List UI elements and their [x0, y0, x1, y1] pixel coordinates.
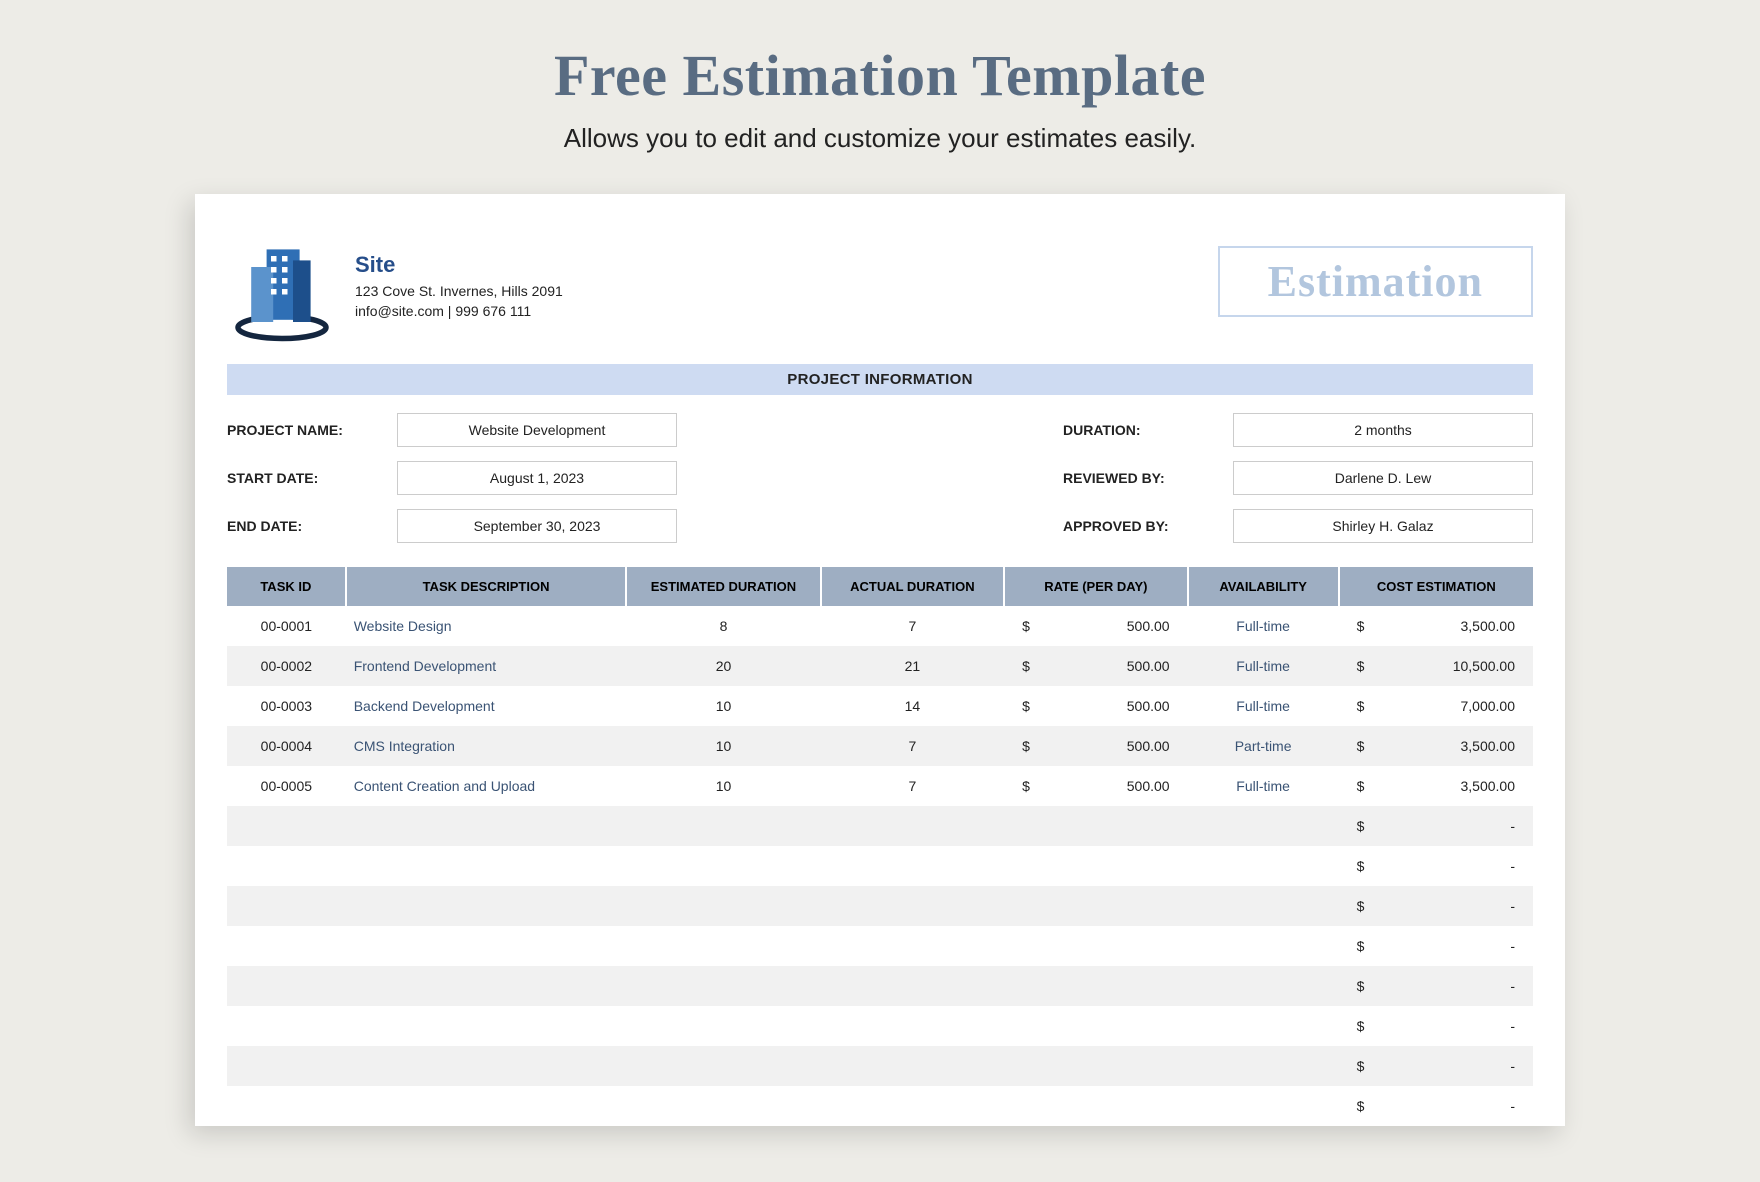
cell-cost-estimation: $-	[1339, 1006, 1533, 1046]
label-start-date: START DATE:	[227, 470, 397, 486]
col-rate: RATE (PER DAY)	[1004, 567, 1187, 606]
value-duration[interactable]: 2 months	[1233, 413, 1533, 447]
cell-cost-estimation: $-	[1339, 926, 1533, 966]
company-logo-icon	[227, 234, 337, 344]
company-address: 123 Cove St. Invernes, Hills 2091	[355, 282, 563, 302]
cell-availability: Full-time	[1188, 766, 1339, 806]
value-approved-by[interactable]: Shirley H. Galaz	[1233, 509, 1533, 543]
page-title: Free Estimation Template	[0, 42, 1760, 109]
cell-availability: Full-time	[1188, 606, 1339, 646]
cell-cost-estimation: $3,500.00	[1339, 606, 1533, 646]
table-row: $-	[227, 966, 1533, 1006]
value-end-date[interactable]: September 30, 2023	[397, 509, 677, 543]
table-row: 00-0005Content Creation and Upload107$50…	[227, 766, 1533, 806]
cell-task-id: 00-0003	[227, 686, 346, 726]
value-reviewed-by[interactable]: Darlene D. Lew	[1233, 461, 1533, 495]
company-name: Site	[355, 252, 563, 278]
cell-task-id: 00-0002	[227, 646, 346, 686]
cell-rate: $500.00	[1004, 766, 1187, 806]
table-row: 00-0004CMS Integration107$500.00Part-tim…	[227, 726, 1533, 766]
table-row: 00-0002Frontend Development2021$500.00Fu…	[227, 646, 1533, 686]
cell-availability: Part-time	[1188, 726, 1339, 766]
cell-task-description: Content Creation and Upload	[346, 766, 627, 806]
value-project-name[interactable]: Website Development	[397, 413, 677, 447]
label-approved-by: APPROVED BY:	[1063, 518, 1233, 534]
cell-task-description: Frontend Development	[346, 646, 627, 686]
cell-cost-estimation: $7,000.00	[1339, 686, 1533, 726]
cell-availability: Full-time	[1188, 646, 1339, 686]
cell-rate: $500.00	[1004, 726, 1187, 766]
cell-task-description: Backend Development	[346, 686, 627, 726]
cell-rate: $500.00	[1004, 686, 1187, 726]
table-row: $-	[227, 846, 1533, 886]
cell-actual-duration: 14	[821, 686, 1004, 726]
label-project-name: PROJECT NAME:	[227, 422, 397, 438]
cell-estimated-duration: 20	[626, 646, 820, 686]
tasks-table: TASK ID TASK DESCRIPTION ESTIMATED DURAT…	[227, 567, 1533, 1126]
value-start-date[interactable]: August 1, 2023	[397, 461, 677, 495]
cell-actual-duration: 7	[821, 766, 1004, 806]
table-row: $-	[227, 886, 1533, 926]
col-task-description: TASK DESCRIPTION	[346, 567, 627, 606]
cell-cost-estimation: $10,500.00	[1339, 646, 1533, 686]
cell-cost-estimation: $3,500.00	[1339, 766, 1533, 806]
cell-cost-estimation: $-	[1339, 806, 1533, 846]
col-availability: AVAILABILITY	[1188, 567, 1339, 606]
cell-task-id: 00-0001	[227, 606, 346, 646]
cell-rate: $500.00	[1004, 606, 1187, 646]
label-duration: DURATION:	[1063, 422, 1233, 438]
col-estimated-duration: ESTIMATED DURATION	[626, 567, 820, 606]
cell-cost-estimation: $-	[1339, 846, 1533, 886]
cell-estimated-duration: 10	[626, 726, 820, 766]
table-row: $-	[227, 1046, 1533, 1086]
estimation-badge: Estimation	[1218, 246, 1533, 317]
cell-cost-estimation: $-	[1339, 1086, 1533, 1126]
project-info-banner: PROJECT INFORMATION	[227, 364, 1533, 395]
cell-actual-duration: 7	[821, 606, 1004, 646]
cell-rate: $500.00	[1004, 646, 1187, 686]
cell-task-id: 00-0005	[227, 766, 346, 806]
document-card: Site 123 Cove St. Invernes, Hills 2091 i…	[195, 194, 1565, 1126]
cell-cost-estimation: $3,500.00	[1339, 726, 1533, 766]
cell-estimated-duration: 10	[626, 686, 820, 726]
col-task-id: TASK ID	[227, 567, 346, 606]
cell-actual-duration: 7	[821, 726, 1004, 766]
cell-cost-estimation: $-	[1339, 886, 1533, 926]
cell-actual-duration: 21	[821, 646, 1004, 686]
col-actual-duration: ACTUAL DURATION	[821, 567, 1004, 606]
cell-task-id: 00-0004	[227, 726, 346, 766]
table-row: $-	[227, 1006, 1533, 1046]
page-subtitle: Allows you to edit and customize your es…	[0, 123, 1760, 154]
table-row: $-	[227, 926, 1533, 966]
cell-availability: Full-time	[1188, 686, 1339, 726]
table-row: 00-0001Website Design87$500.00Full-time$…	[227, 606, 1533, 646]
cell-cost-estimation: $-	[1339, 966, 1533, 1006]
label-end-date: END DATE:	[227, 518, 397, 534]
cell-estimated-duration: 10	[626, 766, 820, 806]
cell-task-description: Website Design	[346, 606, 627, 646]
table-row: $-	[227, 1086, 1533, 1126]
cell-estimated-duration: 8	[626, 606, 820, 646]
cell-task-description: CMS Integration	[346, 726, 627, 766]
table-row: $-	[227, 806, 1533, 846]
company-contact: info@site.com | 999 676 111	[355, 302, 563, 322]
col-cost-estimation: COST ESTIMATION	[1339, 567, 1533, 606]
table-row: 00-0003Backend Development1014$500.00Ful…	[227, 686, 1533, 726]
label-reviewed-by: REVIEWED BY:	[1063, 470, 1233, 486]
cell-cost-estimation: $-	[1339, 1046, 1533, 1086]
